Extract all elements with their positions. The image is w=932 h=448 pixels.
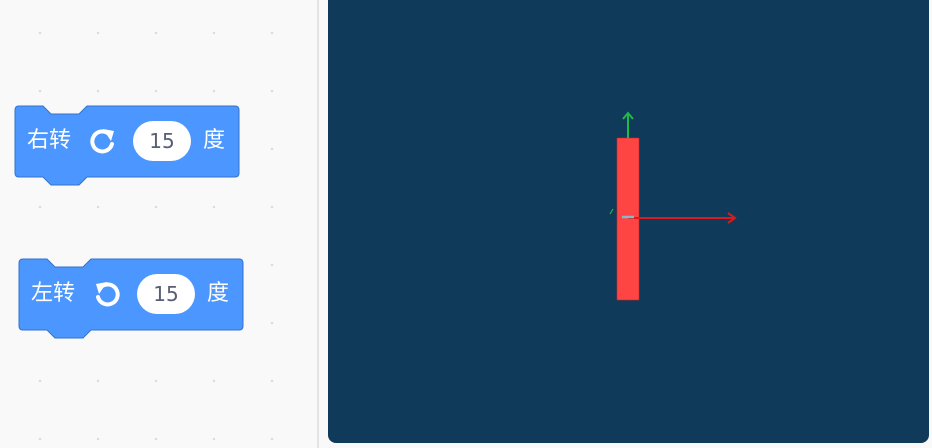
y-axis-arrow-icon [622, 111, 634, 138]
unit-label: 度 [207, 281, 230, 306]
editor-root: 右转 15 度 左转 15 度 [0, 0, 932, 448]
z-axis-tick [609, 208, 614, 215]
turn-right-block[interactable]: 右转 15 度 [14, 105, 240, 186]
block-label: 右转 [27, 128, 72, 153]
unit-label: 度 [203, 128, 226, 153]
degrees-input[interactable]: 15 [137, 274, 195, 314]
stage-canvas[interactable] [328, 0, 929, 443]
degrees-input[interactable]: 15 [133, 121, 191, 161]
rotate-clockwise-icon [87, 125, 119, 157]
turn-left-block[interactable]: 左转 15 度 [18, 258, 244, 339]
x-axis-arrow-icon [628, 212, 737, 224]
stage-scene [609, 111, 737, 301]
code-workspace[interactable]: 右转 15 度 左转 15 度 [0, 0, 317, 448]
block-label: 左转 [31, 281, 76, 306]
rotate-counterclockwise-icon [91, 278, 123, 310]
